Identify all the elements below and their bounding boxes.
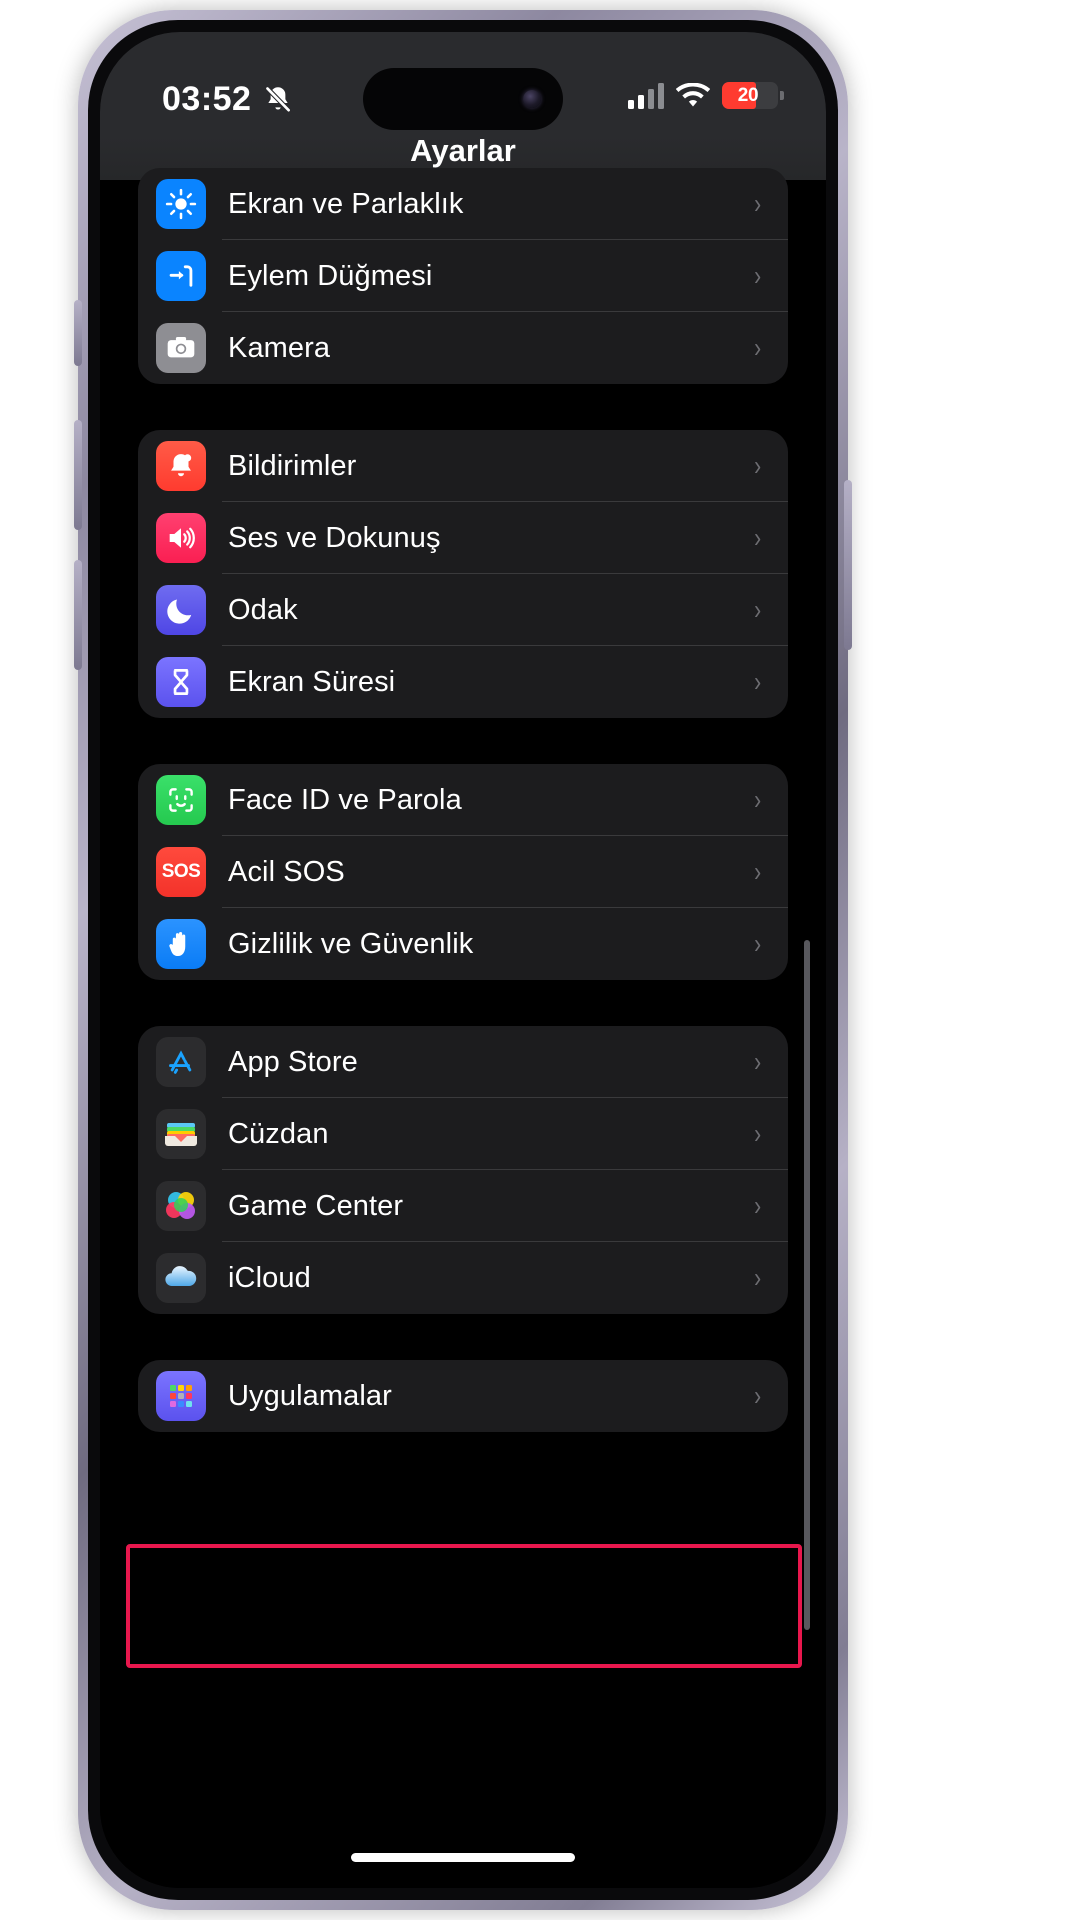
battery-percent-label: 20 (737, 84, 759, 106)
cellular-signal-icon (628, 82, 664, 109)
settings-row-eylem-dugmesi[interactable]: Eylem Düğmesi › (138, 240, 788, 312)
settings-row-label: Game Center (228, 1189, 404, 1222)
chevron-right-icon: › (753, 666, 761, 697)
battery-indicator: 20 (722, 82, 784, 109)
chevron-right-icon: › (753, 1190, 761, 1221)
settings-row-label: Ses ve Dokunuş (228, 521, 441, 554)
hand-raised-icon (156, 919, 206, 969)
screenshot-stage: 03:52 20 Ayarlar Ekran ve Parlaklık › Ey… (0, 0, 1080, 1920)
moon-icon (156, 585, 206, 635)
bell-icon (156, 441, 206, 491)
chevron-right-icon: › (753, 928, 761, 959)
bell-slash-icon (261, 83, 295, 117)
settings-row-face-id-ve-parola[interactable]: Face ID ve Parola › (138, 764, 788, 836)
home-indicator[interactable] (351, 1853, 575, 1862)
settings-row-gizlilik-ve-guvenlik[interactable]: Gizlilik ve Güvenlik › (138, 908, 788, 980)
settings-group-apps: Uygulamalar › (138, 1360, 788, 1432)
settings-row-icloud[interactable]: iCloud › (138, 1242, 788, 1314)
brightness-icon (156, 179, 206, 229)
chevron-right-icon: › (753, 784, 761, 815)
phone-screen: 03:52 20 Ayarlar Ekran ve Parlaklık › Ey… (100, 32, 826, 1888)
settings-row-app-store[interactable]: App Store › (138, 1026, 788, 1098)
settings-row-acil-sos[interactable]: SOS Acil SOS › (138, 836, 788, 908)
settings-row-odak[interactable]: Odak › (138, 574, 788, 646)
volume-down-button[interactable] (74, 560, 82, 670)
power-button[interactable] (844, 480, 852, 650)
wifi-icon (676, 82, 710, 109)
settings-row-label: Odak (228, 593, 298, 626)
settings-row-kamera[interactable]: Kamera › (138, 312, 788, 384)
settings-group-security: Face ID ve Parola › SOS Acil SOS › Gizli… (138, 764, 788, 980)
page-title: Ayarlar (410, 133, 516, 168)
speaker-icon (156, 513, 206, 563)
clock-label: 03:52 (162, 80, 252, 118)
status-bar-left: 03:52 (162, 80, 295, 119)
silent-switch[interactable] (74, 300, 82, 366)
scroll-indicator[interactable] (804, 940, 810, 1630)
settings-row-label: Face ID ve Parola (228, 783, 462, 816)
settings-row-uygulamalar[interactable]: Uygulamalar › (138, 1360, 788, 1432)
chevron-right-icon: › (753, 450, 761, 481)
battery-cap (780, 91, 784, 100)
chevron-right-icon: › (753, 594, 761, 625)
action-button-icon (156, 251, 206, 301)
settings-row-label: Gizlilik ve Güvenlik (228, 927, 474, 960)
chevron-right-icon: › (753, 856, 761, 887)
settings-group-notifications: Bildirimler › Ses ve Dokunuş › Odak › Ek… (138, 430, 788, 718)
status-bar-right: 20 (628, 82, 784, 109)
game-center-icon (156, 1181, 206, 1231)
sos-icon: SOS (156, 847, 206, 897)
chevron-right-icon: › (753, 1262, 761, 1293)
settings-row-label: Kamera (228, 331, 331, 364)
settings-row-label: Uygulamalar (228, 1379, 392, 1412)
settings-row-game-center[interactable]: Game Center › (138, 1170, 788, 1242)
settings-row-label: Eylem Düğmesi (228, 259, 433, 292)
settings-row-label: Acil SOS (228, 855, 345, 888)
app-store-icon (156, 1037, 206, 1087)
chevron-right-icon: › (753, 188, 761, 219)
settings-row-label: Ekran Süresi (228, 665, 396, 698)
settings-list[interactable]: Ekran ve Parlaklık › Eylem Düğmesi › Kam… (100, 168, 826, 1888)
settings-row-ekran-suresi[interactable]: Ekran Süresi › (138, 646, 788, 718)
settings-row-label: iCloud (228, 1261, 311, 1294)
front-camera-icon (523, 90, 541, 108)
settings-group-services: App Store › Cüzdan › Game Center › iClou… (138, 1026, 788, 1314)
wallet-icon (156, 1109, 206, 1159)
apps-grid-icon (156, 1371, 206, 1421)
settings-row-label: Ekran ve Parlaklık (228, 187, 464, 220)
settings-group-display: Ekran ve Parlaklık › Eylem Düğmesi › Kam… (138, 168, 788, 384)
hourglass-icon (156, 657, 206, 707)
chevron-right-icon: › (753, 522, 761, 553)
settings-row-label: Cüzdan (228, 1117, 329, 1150)
settings-row-ses-ve-dokunus[interactable]: Ses ve Dokunuş › (138, 502, 788, 574)
chevron-right-icon: › (753, 1380, 761, 1411)
face-id-icon (156, 775, 206, 825)
navigation-bar: Ayarlar (100, 122, 826, 180)
chevron-right-icon: › (753, 1046, 761, 1077)
settings-row-label: Bildirimler (228, 449, 357, 482)
icloud-icon (156, 1253, 206, 1303)
volume-up-button[interactable] (74, 420, 82, 530)
chevron-right-icon: › (753, 1118, 761, 1149)
camera-icon (156, 323, 206, 373)
chevron-right-icon: › (753, 332, 761, 363)
settings-row-cuzdan[interactable]: Cüzdan › (138, 1098, 788, 1170)
settings-row-bildirimler[interactable]: Bildirimler › (138, 430, 788, 502)
dynamic-island (363, 68, 563, 130)
settings-row-label: App Store (228, 1045, 358, 1078)
chevron-right-icon: › (753, 260, 761, 291)
